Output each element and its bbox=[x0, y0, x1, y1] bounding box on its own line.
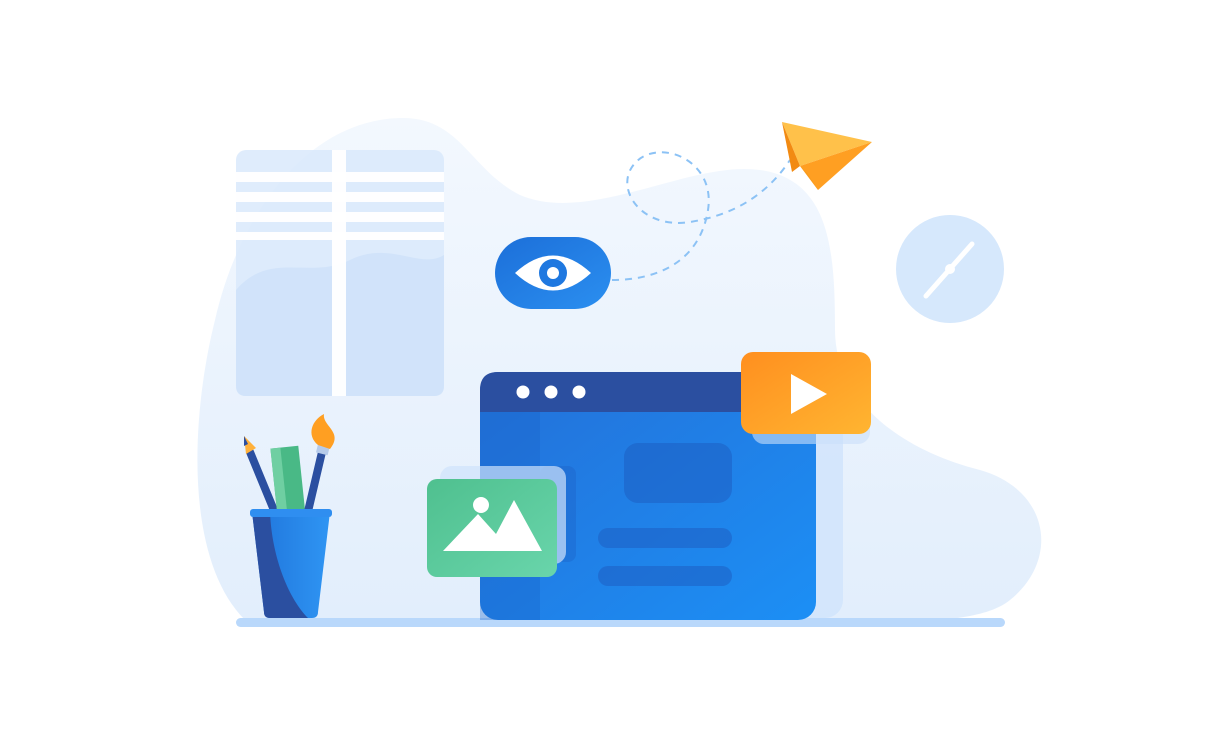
paper-plane-icon bbox=[782, 122, 872, 190]
play-card bbox=[741, 352, 871, 444]
window-icon bbox=[236, 150, 444, 396]
image-card bbox=[427, 466, 566, 577]
illustration-scene bbox=[0, 0, 1213, 732]
clock-icon bbox=[896, 215, 1004, 323]
web-design-illustration bbox=[197, 117, 1042, 627]
eye-badge bbox=[495, 237, 611, 309]
